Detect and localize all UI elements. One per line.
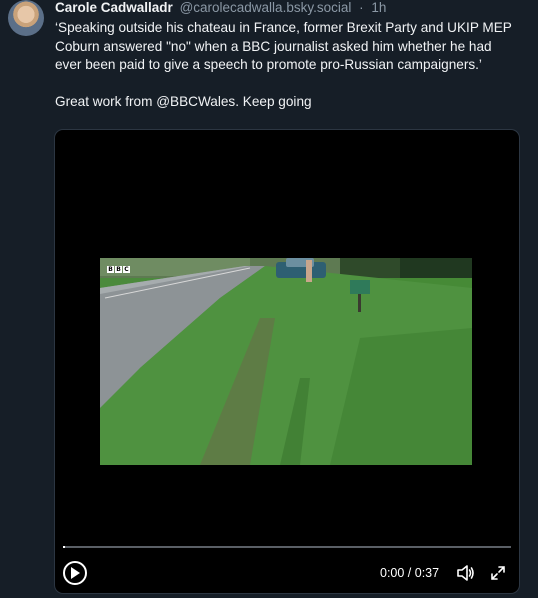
post-paragraph-comment: Great work from @BBCWales. Keep going xyxy=(55,93,312,109)
video-frame[interactable]: B B C xyxy=(100,258,472,465)
post-body: ‘Speaking outside his chateau in France,… xyxy=(55,19,520,111)
video-progress-bar[interactable] xyxy=(63,546,511,548)
volume-icon xyxy=(457,565,474,581)
post-header: Carole Cadwalladr @carolecadwalla.bsky.s… xyxy=(55,0,386,16)
bbc-watermark: B B C xyxy=(107,266,130,273)
author-handle[interactable]: @carolecadwalla.bsky.social xyxy=(180,0,352,15)
video-time-readout: 0:00 / 0:37 xyxy=(380,566,440,580)
post-timestamp[interactable]: 1h xyxy=(371,0,386,15)
header-separator: · xyxy=(359,0,364,15)
video-progress-fill xyxy=(63,546,65,548)
play-button[interactable] xyxy=(63,561,87,585)
fullscreen-icon xyxy=(491,566,505,580)
video-frame-scene xyxy=(100,258,472,465)
volume-button[interactable] xyxy=(457,565,475,586)
post-paragraph-quote: ‘Speaking outside his chateau in France,… xyxy=(55,20,512,72)
author-avatar[interactable] xyxy=(8,0,44,36)
author-name[interactable]: Carole Cadwalladr xyxy=(55,0,173,15)
bbc-letter: C xyxy=(123,266,130,273)
bbc-letter: B xyxy=(115,266,122,273)
video-player[interactable]: B B C 0:00 / 0:37 xyxy=(54,129,520,594)
play-icon xyxy=(71,567,80,579)
fullscreen-button[interactable] xyxy=(490,565,506,586)
bbc-letter: B xyxy=(107,266,114,273)
